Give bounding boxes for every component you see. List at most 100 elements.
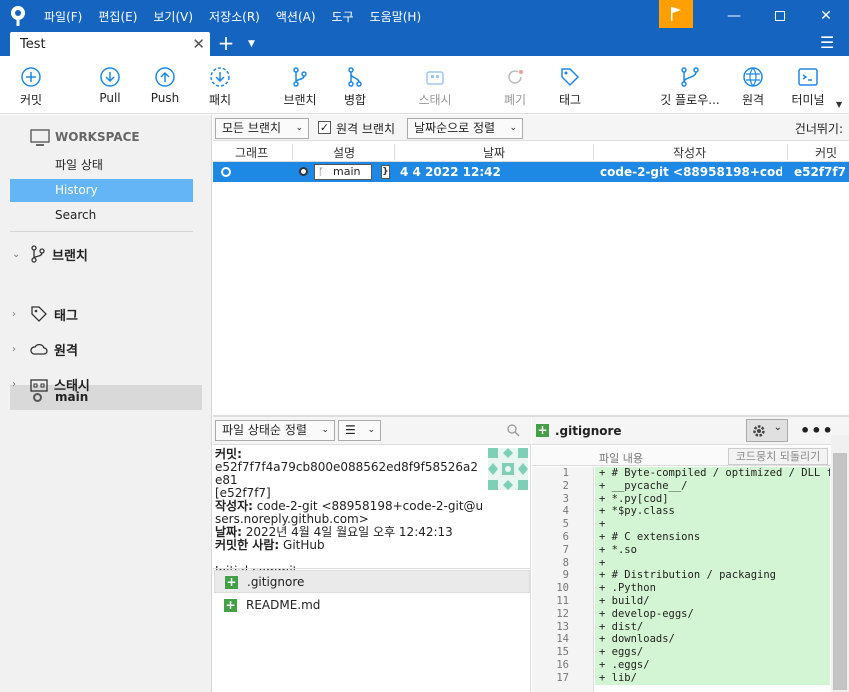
added-file-icon: +	[224, 598, 237, 612]
git-flow-label: 깃 플로우...	[660, 93, 720, 107]
remote-label: 원격	[741, 93, 765, 107]
column-commit[interactable]: 커밋	[815, 144, 837, 161]
more-options-icon[interactable]: •••	[800, 421, 834, 440]
column-divider	[787, 144, 788, 160]
line-number: 3	[562, 492, 569, 505]
menu-view[interactable]: 보기(V)	[145, 8, 201, 25]
maximize-button[interactable]	[757, 0, 803, 32]
added-file-icon: +	[536, 423, 549, 437]
remote-button[interactable]: 원격	[738, 58, 768, 114]
menu-file[interactable]: 파일(F)	[36, 8, 90, 25]
menu-bar: 파일(F) 편집(E) 보기(V) 저장소(R) 액션(A) 도구 도움말(H)	[36, 0, 429, 32]
pull-button[interactable]: Pull	[94, 58, 126, 114]
branch-button[interactable]: 브랜치	[280, 58, 320, 114]
minimize-button[interactable]: —	[711, 0, 757, 32]
patch-button[interactable]: 패치	[203, 58, 237, 114]
title-bar: 파일(F) 편집(E) 보기(V) 저장소(R) 액션(A) 도구 도움말(H)…	[0, 0, 849, 32]
diff-line-text: +	[595, 556, 830, 570]
sidebar-item-history[interactable]: History	[10, 179, 193, 202]
column-date[interactable]: 날짜	[483, 144, 505, 161]
stash-button[interactable]: 스태시	[413, 58, 457, 114]
menu-tools[interactable]: 도구	[324, 8, 362, 25]
chevron-right-icon: ›	[12, 308, 16, 320]
discard-button[interactable]: 폐기	[500, 58, 530, 114]
tag-icon	[31, 306, 47, 322]
sidebar-group-remotes[interactable]: › 원격	[12, 337, 78, 361]
close-button[interactable]: ✕	[803, 0, 849, 32]
line-number: 14	[556, 633, 569, 646]
diff-line: 8 +	[532, 556, 830, 570]
search-icon[interactable]	[506, 423, 520, 437]
diff-line-text: + eggs/	[595, 646, 830, 659]
file-item-readme[interactable]: + README.md	[214, 594, 530, 617]
git-flow-button[interactable]: 깃 플로우...	[656, 58, 724, 114]
close-icon: ✕	[820, 8, 832, 24]
branch-icon: ᚴ	[318, 167, 324, 178]
diff-line-text: + build/	[595, 595, 830, 608]
commit-icon	[21, 67, 41, 87]
sidebar-group-stashes[interactable]: › 스태시	[12, 372, 90, 396]
commit-button[interactable]: 커밋	[14, 58, 48, 114]
diff-line: 14 + downloads/	[532, 633, 830, 647]
avatar	[488, 448, 528, 490]
added-file-icon: +	[225, 575, 238, 589]
view-mode-dropdown[interactable]: ☰ ⌄	[338, 420, 381, 441]
details-toolbar: 파일 상태순 정렬 ⌄ ☰ ⌄	[213, 417, 531, 445]
diff-line: 15 + eggs/	[532, 646, 830, 659]
sidebar-group-tags[interactable]: › 태그	[12, 302, 78, 326]
globe-icon	[743, 67, 763, 87]
line-number: 16	[556, 659, 569, 671]
menu-edit[interactable]: 편집(E)	[90, 8, 145, 25]
hamburger-menu-icon[interactable]: ☰	[820, 32, 834, 54]
main-toolbar: 커밋 Pull Push 패치 브랜치 병합 스태시 폐기 태그 깃 플로우..…	[0, 58, 849, 114]
commit-author: code-2-git <88958198+code-2-git@users.no…	[600, 165, 782, 179]
sidebar-item-file-status[interactable]: 파일 상태	[10, 154, 193, 177]
file-item-gitignore[interactable]: + .gitignore	[214, 570, 530, 593]
file-list-divider	[213, 568, 531, 569]
sort-dropdown[interactable]: 날짜순으로 정렬 ⌄	[407, 118, 523, 139]
revert-hunk-button[interactable]: 코드뭉치 되돌리기	[728, 448, 828, 465]
discard-label: 폐기	[503, 93, 527, 107]
commit-metadata: 커밋: e52f7f7f4a79cb800e088562ed8f9f58526a…	[215, 448, 485, 578]
tab-close-icon[interactable]: ✕	[192, 35, 205, 53]
diff-scrollbar[interactable]	[831, 435, 849, 692]
scrollbar-thumb[interactable]	[833, 453, 847, 690]
file-name: README.md	[246, 598, 321, 612]
diff-options-dropdown[interactable]: ⌄	[746, 419, 788, 442]
terminal-label: 터미널	[791, 93, 825, 107]
branch-filter-dropdown[interactable]: 모든 브랜치 ⌄	[215, 118, 309, 139]
sidebar: WORKSPACE 파일 상태 History Search ⌄ 브랜치 mai…	[0, 115, 212, 692]
push-icon	[155, 67, 175, 87]
terminal-button[interactable]: 터미널	[788, 58, 828, 114]
remote-branches-checkbox[interactable]: ✓	[318, 121, 331, 134]
diff-panel: + .gitignore ⌄ ••• 파일 내용 코드뭉치 되돌리기 1 + # …	[532, 417, 849, 692]
menu-help[interactable]: 도움말(H)	[362, 8, 430, 25]
merge-button[interactable]: 병합	[340, 58, 370, 114]
sidebar-group-branches[interactable]: ⌄ 브랜치	[12, 242, 88, 266]
tag-button[interactable]: 태그	[555, 58, 585, 114]
diff-line-text: + dist/	[595, 620, 830, 634]
column-description[interactable]: 설명	[333, 144, 355, 161]
diff-line-text: + *$py.class	[595, 505, 830, 519]
toolbar-overflow-icon[interactable]: ▼	[836, 100, 842, 109]
chevron-down-icon: ⌄	[12, 248, 21, 260]
jump-to-label: 건너뛰기:	[794, 122, 843, 136]
menu-repository[interactable]: 저장소(R)	[201, 8, 268, 25]
commit-details-panel: 파일 상태순 정렬 ⌄ ☰ ⌄ 커밋: e52f7f7f4a79cb800e0885…	[213, 417, 531, 692]
flag-icon	[671, 7, 681, 21]
menu-actions[interactable]: 액션(A)	[268, 8, 324, 25]
tab-dropdown-icon[interactable]: ▼	[248, 32, 255, 56]
diff-line: 12 + develop-eggs/	[532, 607, 830, 621]
commit-row[interactable]: ᚴ main } 4 4 2022 12:42 code-2-git <88958…	[213, 162, 849, 182]
new-tab-button[interactable]: +	[216, 32, 236, 56]
push-button[interactable]: Push	[148, 58, 182, 114]
column-graph[interactable]: 그래프	[235, 144, 268, 161]
column-author[interactable]: 작성자	[673, 144, 706, 161]
file-sort-dropdown[interactable]: 파일 상태순 정렬 ⌄	[215, 420, 335, 441]
author-label: 작성자:	[215, 499, 253, 513]
hunk-title: 파일 내용	[599, 452, 643, 465]
commit-hash: e52f7f7	[794, 165, 846, 179]
notification-flag-button[interactable]	[659, 0, 693, 28]
tab-repository[interactable]: Test ✕	[10, 32, 210, 58]
sidebar-item-search[interactable]: Search	[10, 204, 193, 227]
